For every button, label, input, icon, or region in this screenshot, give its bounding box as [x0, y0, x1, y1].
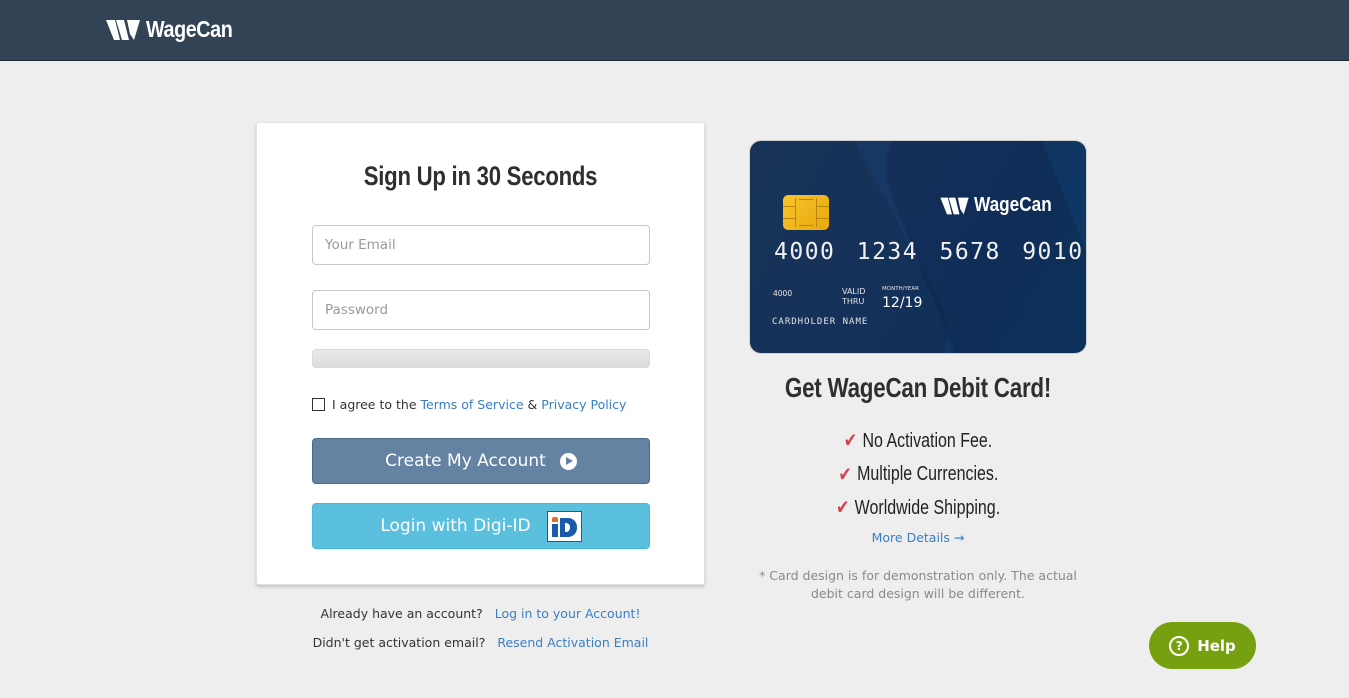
card-chip-icon: [783, 195, 829, 230]
feature-item: ✔ No Activation Fee.: [750, 424, 1086, 458]
digi-id-login-button[interactable]: Login with Digi-ID: [312, 503, 650, 549]
feature-text: Multiple Currencies.: [856, 462, 998, 486]
help-label: Help: [1197, 636, 1236, 655]
check-icon: ✔: [838, 463, 852, 486]
debit-card-image: WageCan 4000 1234 5678 9010 4000 VALID T…: [750, 141, 1086, 353]
digi-id-label: Login with Digi-ID: [380, 516, 531, 536]
help-button[interactable]: ? Help: [1149, 622, 1256, 669]
card-number: 4000 1234 5678 9010: [774, 239, 1084, 265]
card-expiry: 12/19: [882, 295, 923, 311]
password-input[interactable]: [312, 290, 650, 330]
card-holder-name: CARDHOLDER NAME: [772, 317, 869, 327]
terms-of-service-link[interactable]: Terms of Service: [421, 397, 524, 412]
feature-text: No Activation Fee.: [862, 428, 993, 452]
play-circle-icon: [559, 452, 577, 470]
feature-list: ✔ No Activation Fee. ✔ Multiple Currencies…: [750, 424, 1086, 525]
wagecan-logo-icon: [106, 19, 140, 40]
brand-logo-link[interactable]: WageCan: [106, 16, 246, 43]
digi-id-icon: [546, 510, 582, 542]
card-disclaimer: * Card design is for demonstration only.…: [759, 568, 1077, 601]
brand-name: WageCan: [146, 16, 233, 42]
feature-text: Worldwide Shipping.: [854, 495, 1001, 519]
resend-activation-link[interactable]: Resend Activation Email: [497, 635, 648, 650]
privacy-policy-link[interactable]: Privacy Policy: [541, 397, 626, 412]
create-account-button[interactable]: Create My Account: [312, 438, 650, 484]
login-prompt-text: Already have an account?: [320, 606, 483, 621]
create-account-label: Create My Account: [385, 451, 546, 471]
login-link[interactable]: Log in to your Account!: [495, 606, 641, 621]
promo-title: Get WageCan Debit Card!: [784, 372, 1052, 403]
wagecan-logo-icon: [939, 197, 969, 214]
feature-item: ✔ Worldwide Shipping.: [750, 491, 1086, 525]
card-month-year-label: MONTH/YEAR: [882, 286, 919, 292]
agree-label: I agree to the: [332, 397, 417, 412]
resend-prompt-text: Didn't get activation email?: [312, 635, 486, 650]
check-icon: ✔: [843, 430, 857, 453]
resend-prompt-row: Didn't get activation email? Resend Acti…: [256, 635, 705, 650]
password-strength-meter: [312, 349, 650, 368]
feature-item: ✔ Multiple Currencies.: [750, 458, 1086, 492]
login-prompt-row: Already have an account? Log in to your …: [256, 606, 705, 621]
more-details-link[interactable]: More Details →: [872, 530, 965, 545]
card-brand-logo: WageCan: [939, 194, 1064, 217]
card-valid-thru-label: VALID THRU: [842, 287, 866, 306]
card-short-number: 4000: [773, 289, 793, 298]
question-circle-icon: ?: [1169, 635, 1190, 656]
more-details-row: More Details →: [750, 530, 1086, 545]
card-brand-name: WageCan: [973, 194, 1052, 216]
ampersand: &: [527, 397, 538, 412]
check-icon: ✔: [835, 497, 850, 520]
terms-checkbox[interactable]: [312, 398, 325, 411]
terms-agreement: I agree to the Terms of Service & Privac…: [312, 397, 626, 412]
top-navbar: WageCan: [0, 0, 1349, 61]
email-input[interactable]: [312, 225, 650, 265]
signup-panel: Sign Up in 30 Seconds I agree to the Ter…: [256, 122, 705, 585]
signup-title: Sign Up in 30 Seconds: [363, 161, 598, 191]
